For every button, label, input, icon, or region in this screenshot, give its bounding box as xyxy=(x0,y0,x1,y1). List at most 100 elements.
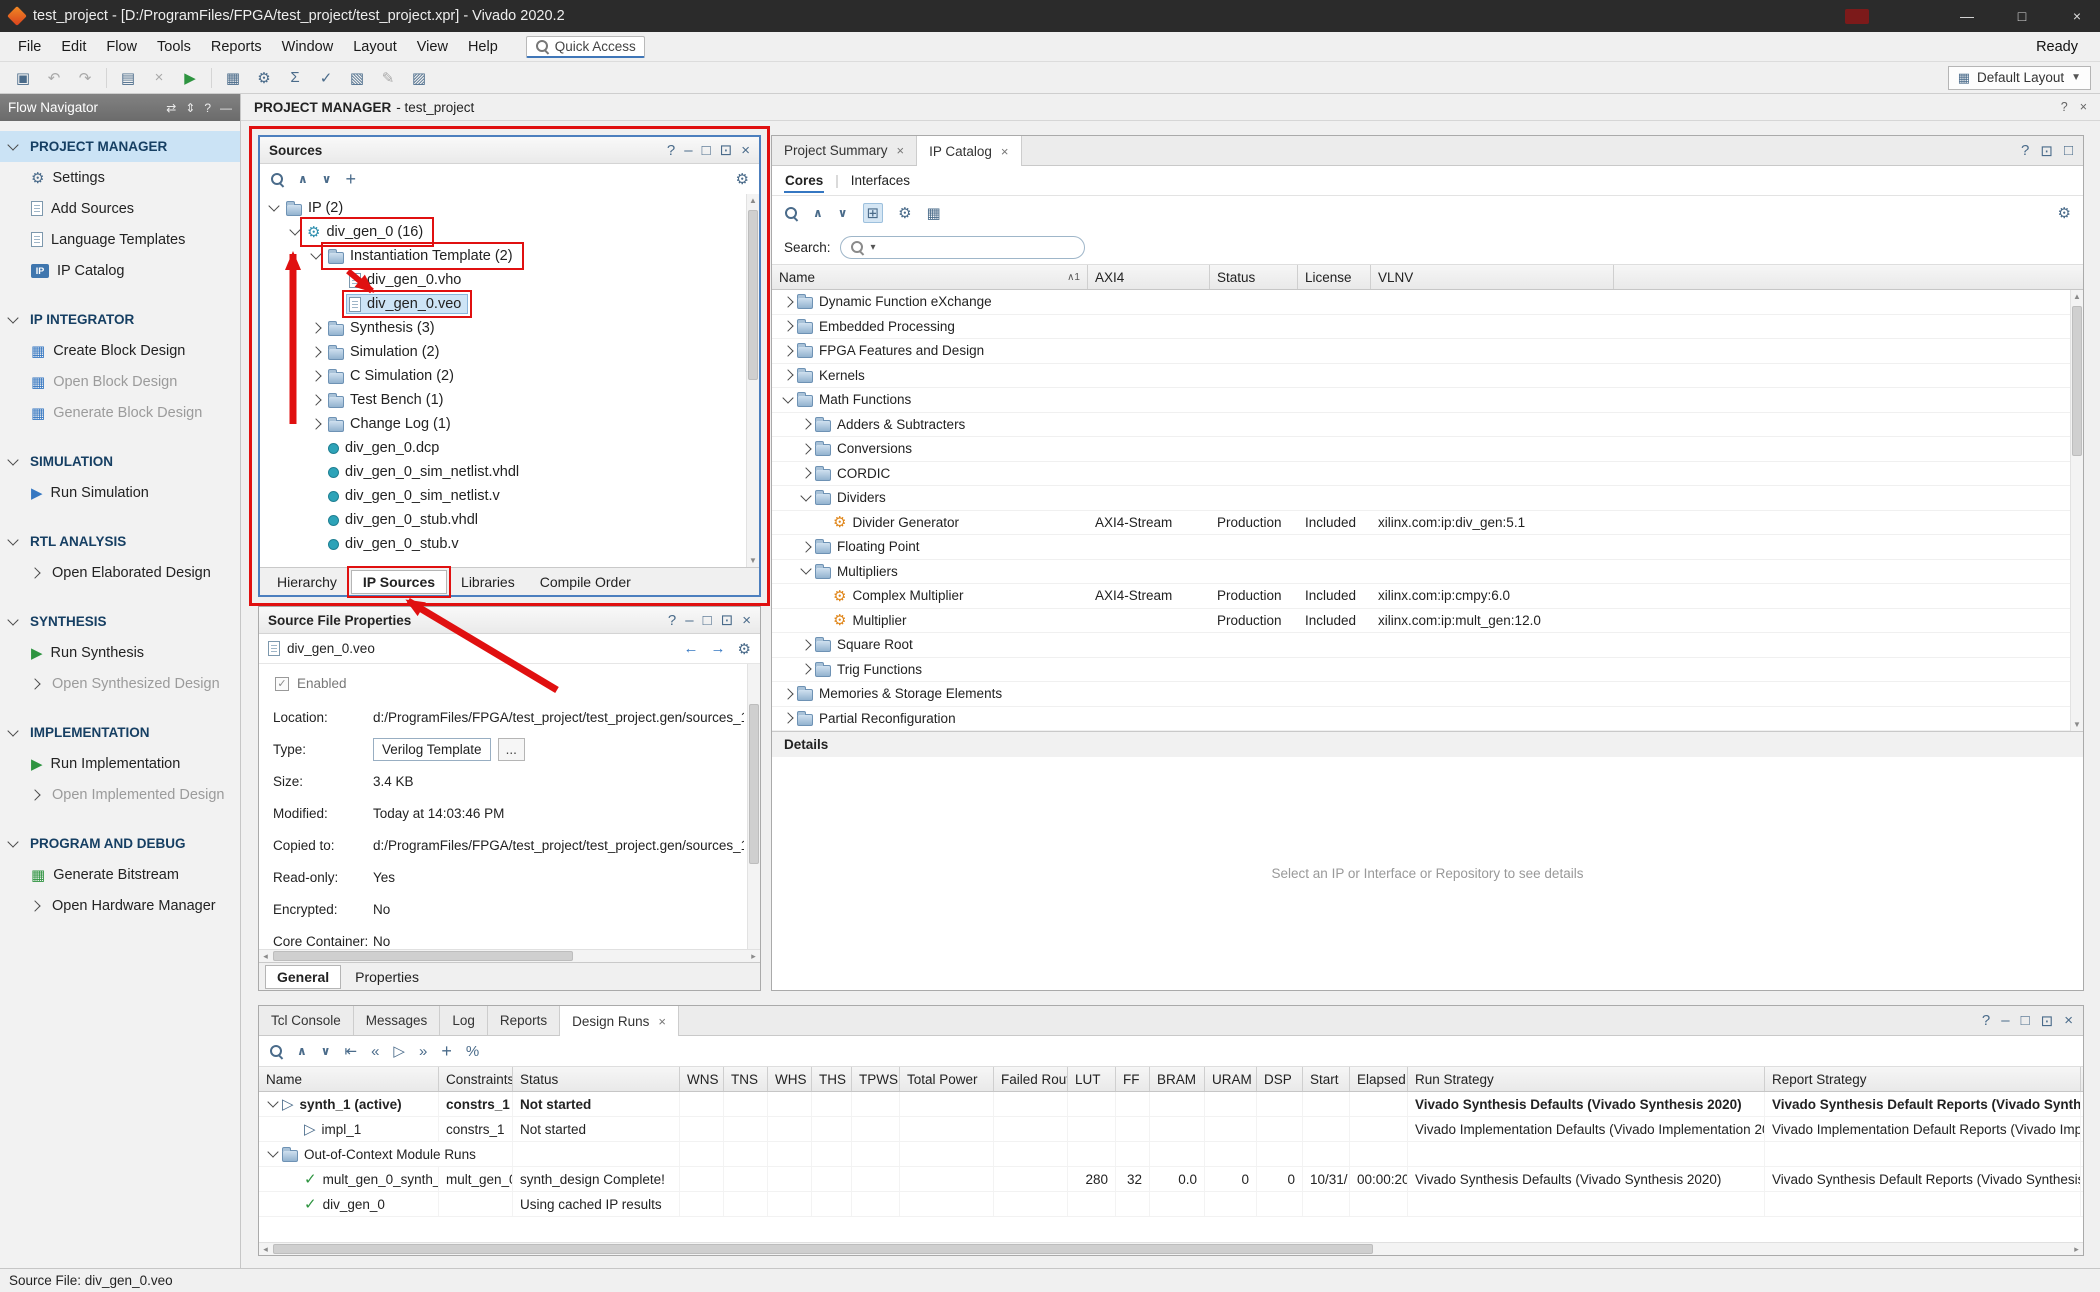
tree-item-body[interactable]: C Simulation (2) xyxy=(325,366,461,386)
minimize-window-icon[interactable]: — xyxy=(1944,0,1990,32)
tree-item-body[interactable]: Instantiation Template (2) xyxy=(325,246,520,266)
column-header-bram[interactable]: BRAM xyxy=(1150,1067,1205,1091)
scroll-right-icon[interactable]: ▸ xyxy=(2070,1243,2083,1255)
help-icon[interactable]: ? xyxy=(204,101,211,115)
tab-design-runs[interactable]: Design Runs× xyxy=(560,1006,679,1036)
close-icon[interactable]: × xyxy=(2080,100,2087,114)
chevron-down-icon[interactable] xyxy=(267,1146,278,1157)
chevron-right-icon[interactable] xyxy=(782,688,793,699)
catalog-row-multiplier[interactable]: ⚙MultiplierProductionIncludedxilinx.com:… xyxy=(772,609,2083,634)
subtab-cores[interactable]: Cores xyxy=(784,168,824,193)
minimize-icon[interactable]: ‒ xyxy=(2001,1012,2009,1029)
catalog-row-fpga-features-and-design[interactable]: FPGA Features and Design xyxy=(772,339,2083,364)
search-icon[interactable] xyxy=(784,206,798,220)
flow-item-open-block-design[interactable]: ▦Open Block Design xyxy=(0,366,240,397)
tree-item-body[interactable]: ⚙div_gen_0 (16) xyxy=(304,221,430,243)
tree-item-body[interactable]: IP (2) xyxy=(283,198,350,218)
flow-item-run-implementation[interactable]: ▶Run Implementation xyxy=(0,748,240,779)
expand-all-icon[interactable]: ∨ xyxy=(321,1044,331,1058)
maximize-icon[interactable]: □ xyxy=(702,141,711,159)
chevron-right-icon[interactable] xyxy=(29,567,40,578)
flow-section-header-rtl-analysis[interactable]: RTL ANALYSIS xyxy=(0,526,240,557)
vertical-scrollbar[interactable] xyxy=(747,664,760,949)
run-row-div-gen-0[interactable]: ✓div_gen_0Using cached IP results xyxy=(259,1192,2083,1217)
chevron-right-icon[interactable] xyxy=(310,322,321,333)
undo-icon[interactable]: ↶ xyxy=(40,65,68,91)
hierarchy-icon[interactable]: ⊞ xyxy=(863,203,884,223)
float-icon[interactable]: ⊡ xyxy=(2041,1012,2054,1030)
redo-icon[interactable]: ↷ xyxy=(71,65,99,91)
chevron-right-icon[interactable] xyxy=(29,678,40,689)
tab-ip-catalog[interactable]: IP Catalog× xyxy=(917,136,1021,166)
browse-button[interactable]: ... xyxy=(498,738,525,761)
back-icon[interactable]: ← xyxy=(684,640,699,657)
horizontal-scrollbar[interactable]: ◂ ▸ xyxy=(259,949,760,962)
report-icon[interactable]: ▧ xyxy=(343,65,371,91)
add-icon[interactable]: + xyxy=(346,169,357,190)
validate-icon[interactable]: ✓ xyxy=(312,65,340,91)
catalog-row-divider-generator[interactable]: ⚙Divider GeneratorAXI4-StreamProductionI… xyxy=(772,511,2083,536)
flow-section-header-synthesis[interactable]: SYNTHESIS xyxy=(0,606,240,637)
vertical-scrollbar[interactable]: ▲ ▼ xyxy=(2070,290,2083,731)
type-select[interactable]: Verilog Template xyxy=(373,738,491,761)
tree-item-div-gen-0-dcp[interactable]: div_gen_0.dcp xyxy=(260,436,759,460)
catalog-row-trig-functions[interactable]: Trig Functions xyxy=(772,658,2083,683)
tree-item-body[interactable]: div_gen_0_stub.v xyxy=(325,534,466,554)
run-row-synth-1-active[interactable]: ▷synth_1 (active)constrs_1Not startedViv… xyxy=(259,1092,2083,1117)
flow-item-language-templates[interactable]: Language Templates xyxy=(0,224,240,255)
tree-item-body[interactable]: div_gen_0.vho xyxy=(346,270,468,290)
program-icon[interactable]: ▦ xyxy=(219,65,247,91)
help-icon[interactable]: ? xyxy=(667,141,675,159)
rewind-icon[interactable]: « xyxy=(371,1043,379,1060)
chevron-down-icon[interactable] xyxy=(800,490,811,501)
tab-ip-sources[interactable]: IP Sources xyxy=(351,570,447,594)
close-icon[interactable]: × xyxy=(897,143,905,158)
scroll-left-icon[interactable]: ◂ xyxy=(259,950,272,962)
column-header-ff[interactable]: FF xyxy=(1116,1067,1150,1091)
tree-item-body[interactable]: Synthesis (3) xyxy=(325,318,442,338)
search-input[interactable]: ▾ xyxy=(840,236,1085,259)
flow-section-header-simulation[interactable]: SIMULATION xyxy=(0,446,240,477)
column-header-license[interactable]: License xyxy=(1298,265,1371,289)
tab-libraries[interactable]: Libraries xyxy=(450,571,526,593)
menu-help[interactable]: Help xyxy=(458,35,508,59)
maximize-icon[interactable]: □ xyxy=(2064,142,2073,159)
subtab-interfaces[interactable]: Interfaces xyxy=(850,168,911,193)
collapse-all-icon[interactable]: ∧ xyxy=(813,206,823,220)
flow-item-ip-catalog[interactable]: IPIP Catalog xyxy=(0,255,240,286)
menu-tools[interactable]: Tools xyxy=(147,35,201,59)
column-header-whs[interactable]: WHS xyxy=(768,1067,812,1091)
chevron-down-icon[interactable] xyxy=(268,200,279,211)
catalog-row-math-functions[interactable]: Math Functions xyxy=(772,388,2083,413)
column-header-wns[interactable]: WNS xyxy=(680,1067,724,1091)
catalog-row-partial-reconfiguration[interactable]: Partial Reconfiguration xyxy=(772,707,2083,732)
delete-icon[interactable]: × xyxy=(145,65,173,91)
chevron-right-icon[interactable] xyxy=(29,789,40,800)
column-header-run-strategy[interactable]: Run Strategy xyxy=(1408,1067,1765,1091)
settings-icon[interactable]: ⚙ xyxy=(898,204,911,222)
column-header-start[interactable]: Start xyxy=(1303,1067,1350,1091)
float-icon[interactable]: ⊡ xyxy=(720,141,733,159)
flow-item-open-elaborated-design[interactable]: Open Elaborated Design xyxy=(0,557,240,588)
minimize-icon[interactable]: — xyxy=(220,101,232,115)
column-header-vlnv[interactable]: VLNV xyxy=(1371,265,1614,289)
vertical-scrollbar[interactable]: ▲ ▼ xyxy=(746,194,759,567)
menu-window[interactable]: Window xyxy=(272,35,344,59)
wand-icon[interactable]: ▨ xyxy=(405,65,433,91)
tab-reports[interactable]: Reports xyxy=(488,1006,560,1035)
flow-item-generate-block-design[interactable]: ▦Generate Block Design xyxy=(0,397,240,428)
flow-item-generate-bitstream[interactable]: ▦Generate Bitstream xyxy=(0,859,240,890)
add-icon[interactable]: + xyxy=(441,1041,452,1062)
tree-item-c-simulation-2[interactable]: C Simulation (2) xyxy=(260,364,759,388)
run-row-out-of-context-module-runs[interactable]: Out-of-Context Module Runs xyxy=(259,1142,2083,1167)
chevron-down-icon[interactable] xyxy=(7,836,18,847)
column-header-total-power[interactable]: Total Power xyxy=(900,1067,994,1091)
chevron-right-icon[interactable] xyxy=(310,346,321,357)
flow-item-run-synthesis[interactable]: ▶Run Synthesis xyxy=(0,637,240,668)
quick-access-search[interactable]: Quick Access xyxy=(526,36,645,58)
percent-icon[interactable]: % xyxy=(466,1043,479,1060)
chevron-down-icon[interactable] xyxy=(782,392,793,403)
column-header-uram[interactable]: URAM xyxy=(1205,1067,1257,1091)
save-icon[interactable]: ▣ xyxy=(9,65,37,91)
menu-edit[interactable]: Edit xyxy=(51,35,96,59)
